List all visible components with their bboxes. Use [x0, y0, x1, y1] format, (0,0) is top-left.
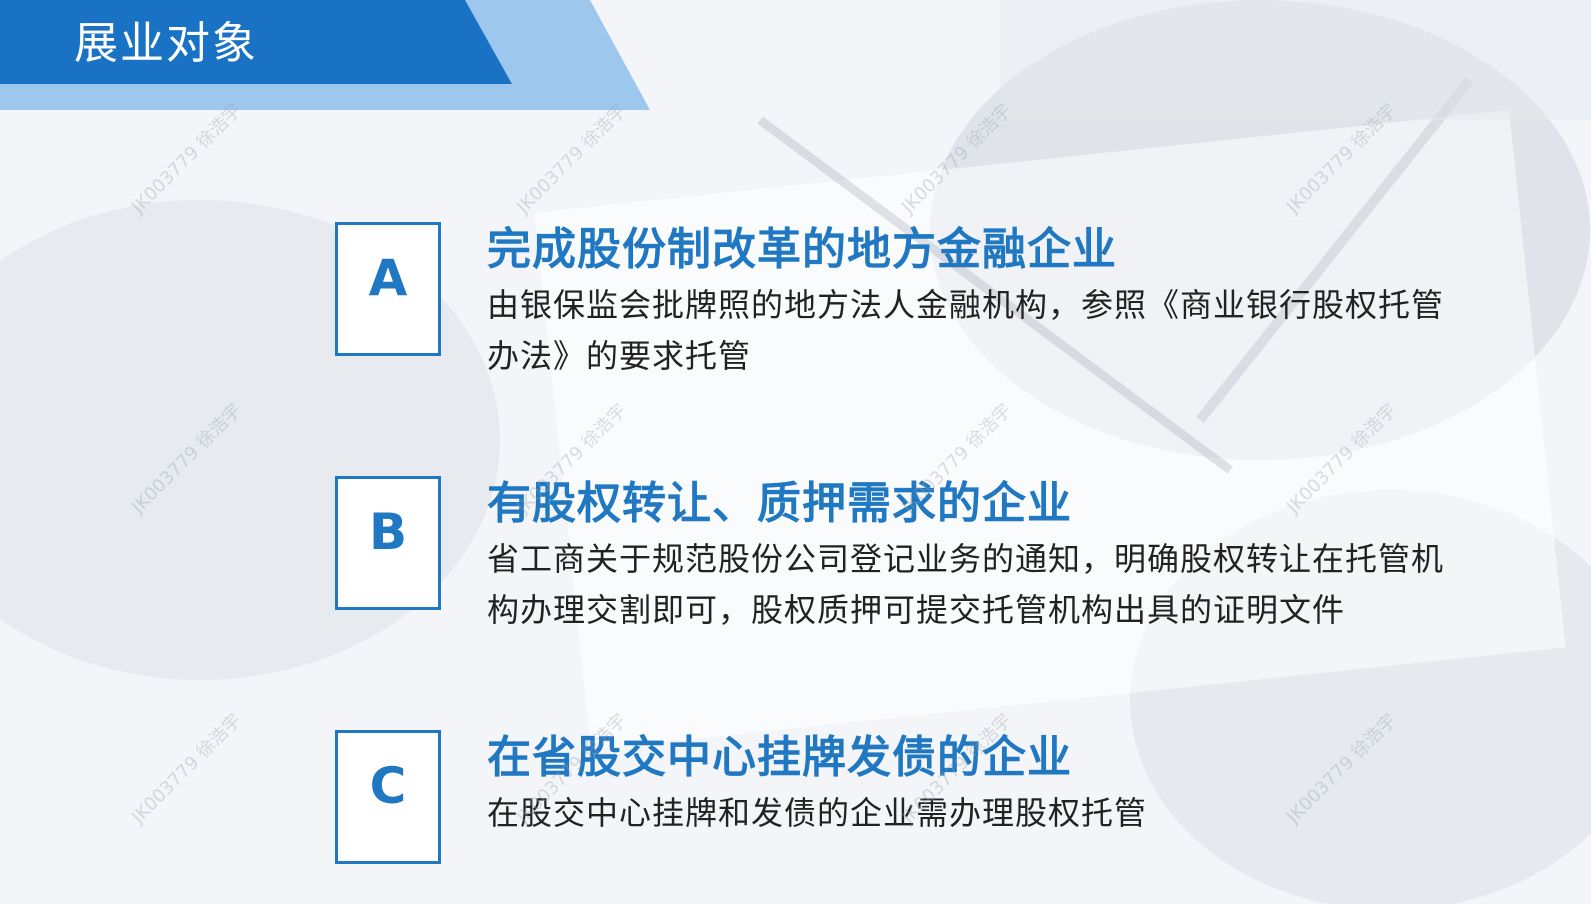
item-c-description: 在股交中心挂牌和发债的企业需办理股权托管: [487, 794, 1148, 832]
page-title: 展业对象: [74, 18, 258, 69]
item-b-title: 有股权转让、质押需求的企业: [487, 478, 1072, 529]
letter-box-c: C: [335, 730, 441, 864]
letter-box-a: A: [335, 222, 441, 356]
letter-c: C: [369, 757, 407, 815]
item-a-title: 完成股份制改革的地方金融企业: [487, 224, 1117, 275]
item-b-description: 省工商关于规范股份公司登记业务的通知，明确股权转让在托管机构办理交割即可，股权质…: [487, 540, 1445, 629]
letter-b: B: [368, 503, 408, 561]
letter-box-b: B: [335, 476, 441, 610]
slide: 展业对象 A 完成股份制改革的地方金融企业 由银保监会批牌照的地方法人金融机构，…: [0, 0, 1591, 904]
item-a-description: 由银保监会批牌照的地方法人金融机构，参照《商业银行股权托管办法》的要求托管: [487, 286, 1445, 375]
letter-a: A: [368, 249, 408, 307]
item-c-title: 在省股交中心挂牌发债的企业: [487, 732, 1072, 783]
